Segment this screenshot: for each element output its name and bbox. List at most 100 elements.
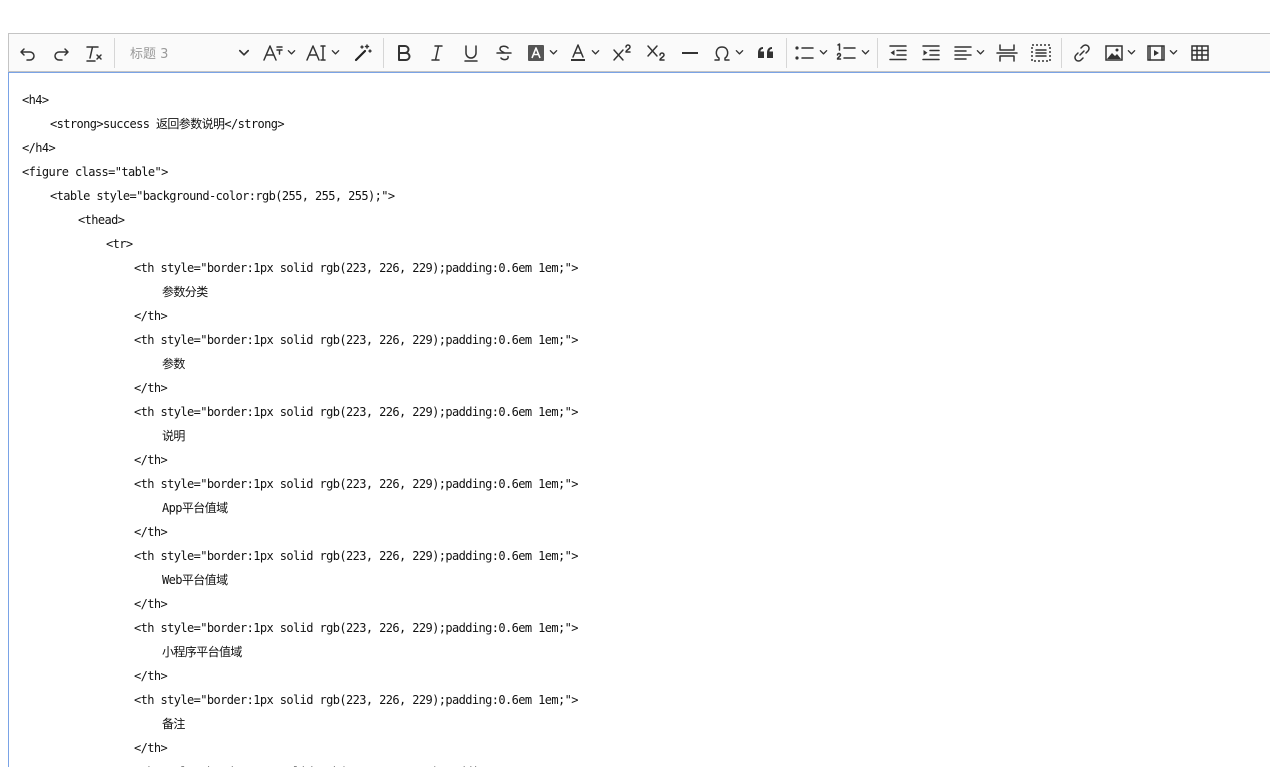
- source-line: <tr>: [106, 237, 133, 251]
- chevron-down-icon[interactable]: [1166, 48, 1178, 57]
- page-break-icon: [996, 43, 1018, 63]
- horizontal-line-icon: [680, 43, 700, 63]
- source-line: <figure class="table">: [22, 165, 168, 179]
- magic-wand-icon: [353, 43, 373, 63]
- link-button[interactable]: [1065, 38, 1099, 68]
- image-button[interactable]: [1099, 38, 1141, 68]
- source-line: 备注: [162, 717, 185, 731]
- redo-icon: [51, 43, 71, 63]
- font-family-button[interactable]: [300, 38, 346, 68]
- source-line: </th>: [134, 381, 168, 395]
- source-line: 说明: [162, 429, 185, 443]
- strikethrough-icon: [494, 43, 514, 63]
- source-editor[interactable]: <h4> <strong>success 返回参数说明</strong> </h4>…: [8, 72, 1270, 767]
- source-line: </th>: [134, 309, 168, 323]
- source-line: <th style="border:1px solid rgb(223, 226…: [134, 549, 578, 563]
- outdent-icon: [888, 43, 908, 63]
- heading-dropdown-label: 标题 3: [130, 47, 169, 62]
- align-icon: [953, 43, 973, 63]
- underline-icon: [461, 43, 481, 63]
- highlight-icon: [526, 43, 546, 63]
- source-line: </h4>: [22, 141, 56, 155]
- chevron-down-icon[interactable]: [732, 48, 744, 57]
- subscript-button[interactable]: [639, 38, 673, 68]
- indent-button[interactable]: [914, 38, 948, 68]
- table-icon: [1190, 43, 1210, 63]
- source-line: </th>: [134, 453, 168, 467]
- bold-button[interactable]: [387, 38, 420, 68]
- font-color-icon: [568, 43, 588, 63]
- italic-icon: [427, 43, 447, 63]
- source-line: <th style="border:1px solid rgb(223, 226…: [134, 621, 578, 635]
- source-line: Web平台值域: [162, 573, 228, 587]
- horizontal-line-button[interactable]: [673, 38, 707, 68]
- heading-dropdown[interactable]: 标题 3: [118, 38, 258, 68]
- chevron-down-icon[interactable]: [546, 48, 558, 57]
- source-line: </th>: [134, 525, 168, 539]
- outdent-button[interactable]: [881, 38, 914, 68]
- media-icon: [1146, 43, 1166, 63]
- font-family-icon: [306, 43, 328, 63]
- bulleted-list-icon: [794, 43, 816, 63]
- magic-wand-button[interactable]: [346, 38, 380, 68]
- editor-toolbar: 标题 3: [8, 33, 1270, 72]
- font-size-icon: [262, 43, 284, 63]
- superscript-icon: [611, 43, 633, 63]
- chevron-down-icon[interactable]: [816, 48, 828, 57]
- underline-button[interactable]: [454, 38, 487, 68]
- source-line: 小程序平台值域: [162, 645, 242, 659]
- source-line: </th>: [134, 741, 168, 755]
- source-code[interactable]: <h4> <strong>success 返回参数说明</strong> </h4>…: [22, 88, 578, 767]
- indent-icon: [921, 43, 941, 63]
- link-icon: [1072, 43, 1092, 63]
- source-line: </th>: [134, 669, 168, 683]
- highlight-button[interactable]: [521, 38, 563, 68]
- source-line: <strong>success 返回参数说明</strong>: [50, 117, 285, 131]
- chevron-down-icon[interactable]: [1124, 48, 1136, 57]
- undo-icon: [18, 43, 38, 63]
- media-button[interactable]: [1141, 38, 1183, 68]
- toolbar-separator: [114, 37, 115, 68]
- bulleted-list-button[interactable]: [790, 38, 832, 68]
- font-size-button[interactable]: [258, 38, 300, 68]
- toolbar-separator: [383, 37, 384, 68]
- source-editing-button[interactable]: [1024, 38, 1058, 68]
- italic-button[interactable]: [420, 38, 454, 68]
- source-editing-icon: [1030, 43, 1052, 63]
- source-line: <thead>: [78, 213, 125, 227]
- source-line: <th style="border:1px solid rgb(223, 226…: [134, 405, 578, 419]
- chevron-down-icon[interactable]: [328, 48, 340, 57]
- source-line: <th style="border:1px solid rgb(223, 226…: [134, 477, 578, 491]
- numbered-list-icon: [836, 42, 858, 63]
- font-color-button[interactable]: [563, 38, 605, 68]
- blockquote-icon: [756, 43, 776, 63]
- source-line: 参数: [162, 357, 185, 371]
- source-line: 参数分类: [162, 285, 208, 299]
- chevron-down-icon[interactable]: [588, 48, 600, 57]
- strikethrough-button[interactable]: [487, 38, 521, 68]
- table-button[interactable]: [1183, 38, 1217, 68]
- source-line: App平台值域: [162, 501, 228, 515]
- special-characters-button[interactable]: [707, 38, 749, 68]
- superscript-button[interactable]: [605, 38, 639, 68]
- toolbar-separator: [1061, 37, 1062, 68]
- source-line: <th style="border:1px solid rgb(223, 226…: [22, 760, 578, 767]
- undo-button[interactable]: [11, 38, 44, 68]
- align-button[interactable]: [948, 38, 990, 68]
- blockquote-button[interactable]: [749, 38, 783, 68]
- source-line: <th style="border:1px solid rgb(223, 226…: [134, 693, 578, 707]
- chevron-down-icon[interactable]: [858, 48, 870, 57]
- remove-format-button[interactable]: [77, 38, 111, 68]
- subscript-icon: [645, 43, 667, 63]
- page-break-button[interactable]: [990, 38, 1024, 68]
- chevron-down-icon[interactable]: [284, 48, 296, 57]
- redo-button[interactable]: [44, 38, 77, 68]
- source-line: <table style="background-color:rgb(255, …: [50, 189, 395, 203]
- numbered-list-button[interactable]: [832, 38, 874, 68]
- toolbar-separator: [786, 37, 787, 68]
- remove-format-icon: [84, 43, 104, 63]
- chevron-down-icon[interactable]: [973, 48, 985, 57]
- source-line: <h4>: [22, 93, 49, 107]
- chevron-down-icon: [238, 47, 250, 59]
- source-line: <th style="border:1px solid rgb(223, 226…: [134, 261, 578, 275]
